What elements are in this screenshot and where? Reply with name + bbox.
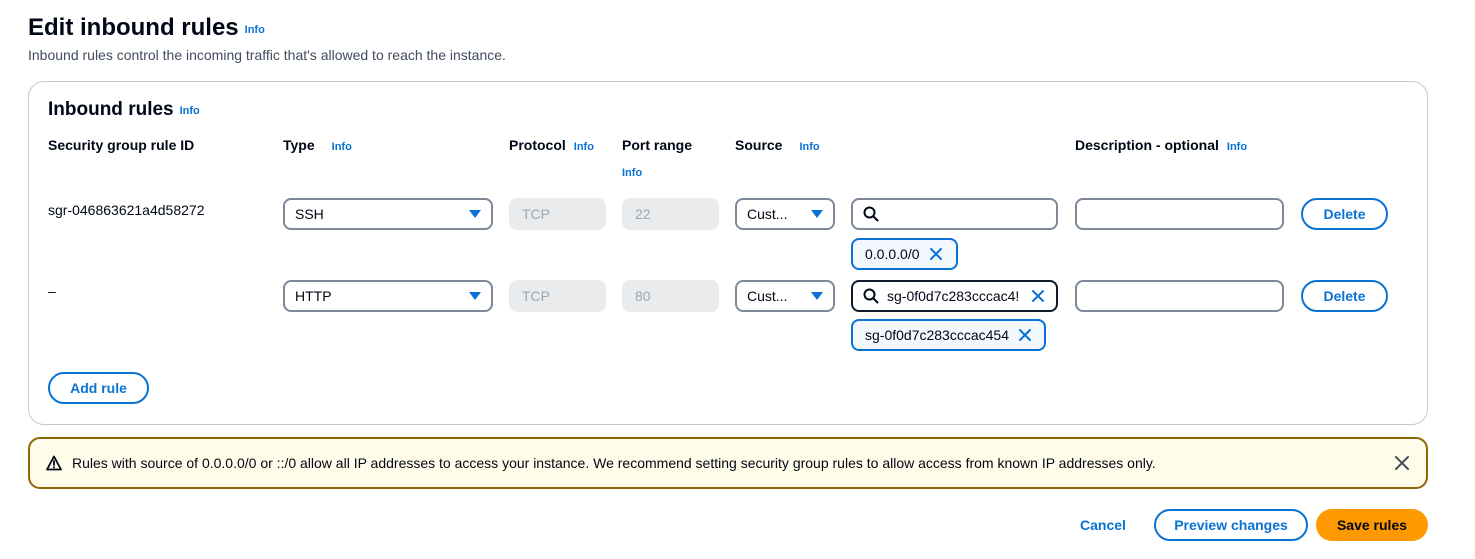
protocol-info-link[interactable]: Info	[574, 141, 594, 153]
panel-info-link[interactable]: Info	[180, 105, 200, 117]
type-select-1-value: SSH	[295, 206, 324, 222]
panel-title: Inbound rules Info	[48, 99, 200, 121]
protocol-field-2: TCP	[509, 280, 606, 312]
source-token-1-label: 0.0.0.0/0	[865, 246, 920, 262]
port-range-field-1: 22	[622, 198, 719, 230]
search-icon	[863, 206, 879, 222]
close-icon[interactable]	[1017, 327, 1033, 343]
port-range-field-2: 80	[622, 280, 719, 312]
close-icon[interactable]	[928, 246, 944, 262]
preview-changes-button[interactable]: Preview changes	[1154, 509, 1308, 541]
source-type-select-1[interactable]: Cust...	[735, 198, 835, 230]
source-search-input-1[interactable]	[851, 198, 1058, 230]
page-title-text: Edit inbound rules	[28, 14, 239, 41]
rule-id-2: –	[48, 283, 56, 299]
caret-down-icon	[811, 210, 823, 218]
inbound-rules-panel	[28, 81, 1428, 425]
description-input-1[interactable]	[1075, 198, 1284, 230]
warning-alert-text: Rules with source of 0.0.0.0/0 or ::/0 a…	[72, 455, 1156, 471]
page-title: Edit inbound rules Info	[28, 14, 265, 42]
panel-title-text: Inbound rules	[48, 99, 174, 120]
warning-icon	[46, 455, 62, 471]
type-info-link[interactable]: Info	[332, 141, 352, 153]
description-info-link[interactable]: Info	[1227, 141, 1247, 153]
page-info-link[interactable]: Info	[245, 24, 265, 36]
source-type-select-1-value: Cust...	[747, 206, 788, 222]
source-token-1: 0.0.0.0/0	[851, 238, 958, 270]
warning-alert: Rules with source of 0.0.0.0/0 or ::/0 a…	[28, 437, 1428, 489]
caret-down-icon	[469, 292, 481, 300]
col-header-description-label: Description - optional	[1075, 137, 1219, 153]
search-icon	[863, 288, 879, 304]
col-header-protocol: Protocol Info	[509, 137, 594, 153]
source-info-link[interactable]: Info	[799, 141, 819, 153]
col-header-protocol-label: Protocol	[509, 137, 566, 153]
source-token-2: sg-0f0d7c283cccac454	[851, 319, 1046, 351]
cancel-button[interactable]: Cancel	[1080, 517, 1126, 533]
source-search-2-text: sg-0f0d7c283cccac4!	[887, 288, 1020, 304]
type-select-1[interactable]: SSH	[283, 198, 493, 230]
col-header-port-range: Port range	[622, 137, 693, 153]
source-token-2-label: sg-0f0d7c283cccac454	[865, 327, 1009, 343]
col-header-source-label: Source	[735, 137, 783, 153]
caret-down-icon	[469, 210, 481, 218]
delete-button-2[interactable]: Delete	[1301, 280, 1388, 312]
delete-button-1[interactable]: Delete	[1301, 198, 1388, 230]
description-input-2[interactable]	[1075, 280, 1284, 312]
protocol-field-1: TCP	[509, 198, 606, 230]
col-header-type: Type Info	[283, 137, 352, 153]
source-search-input-2[interactable]: sg-0f0d7c283cccac4!	[851, 280, 1058, 312]
add-rule-button[interactable]: Add rule	[48, 372, 149, 404]
col-header-rule-id: Security group rule ID	[48, 137, 195, 153]
page-description: Inbound rules control the incoming traff…	[28, 47, 506, 63]
col-header-description: Description - optional Info	[1075, 137, 1247, 153]
type-select-2[interactable]: HTTP	[283, 280, 493, 312]
clear-icon[interactable]	[1030, 288, 1046, 304]
source-type-select-2-value: Cust...	[747, 288, 788, 304]
rule-id-1: sgr-046863621a4d58272	[48, 202, 205, 218]
caret-down-icon	[811, 292, 823, 300]
save-rules-button[interactable]: Save rules	[1316, 509, 1428, 541]
dismiss-alert-icon[interactable]	[1394, 455, 1410, 471]
port-range-info-link[interactable]: Info	[622, 167, 642, 179]
source-type-select-2[interactable]: Cust...	[735, 280, 835, 312]
col-header-source: Source Info	[735, 137, 820, 153]
type-select-2-value: HTTP	[295, 288, 332, 304]
col-header-type-label: Type	[283, 137, 315, 153]
